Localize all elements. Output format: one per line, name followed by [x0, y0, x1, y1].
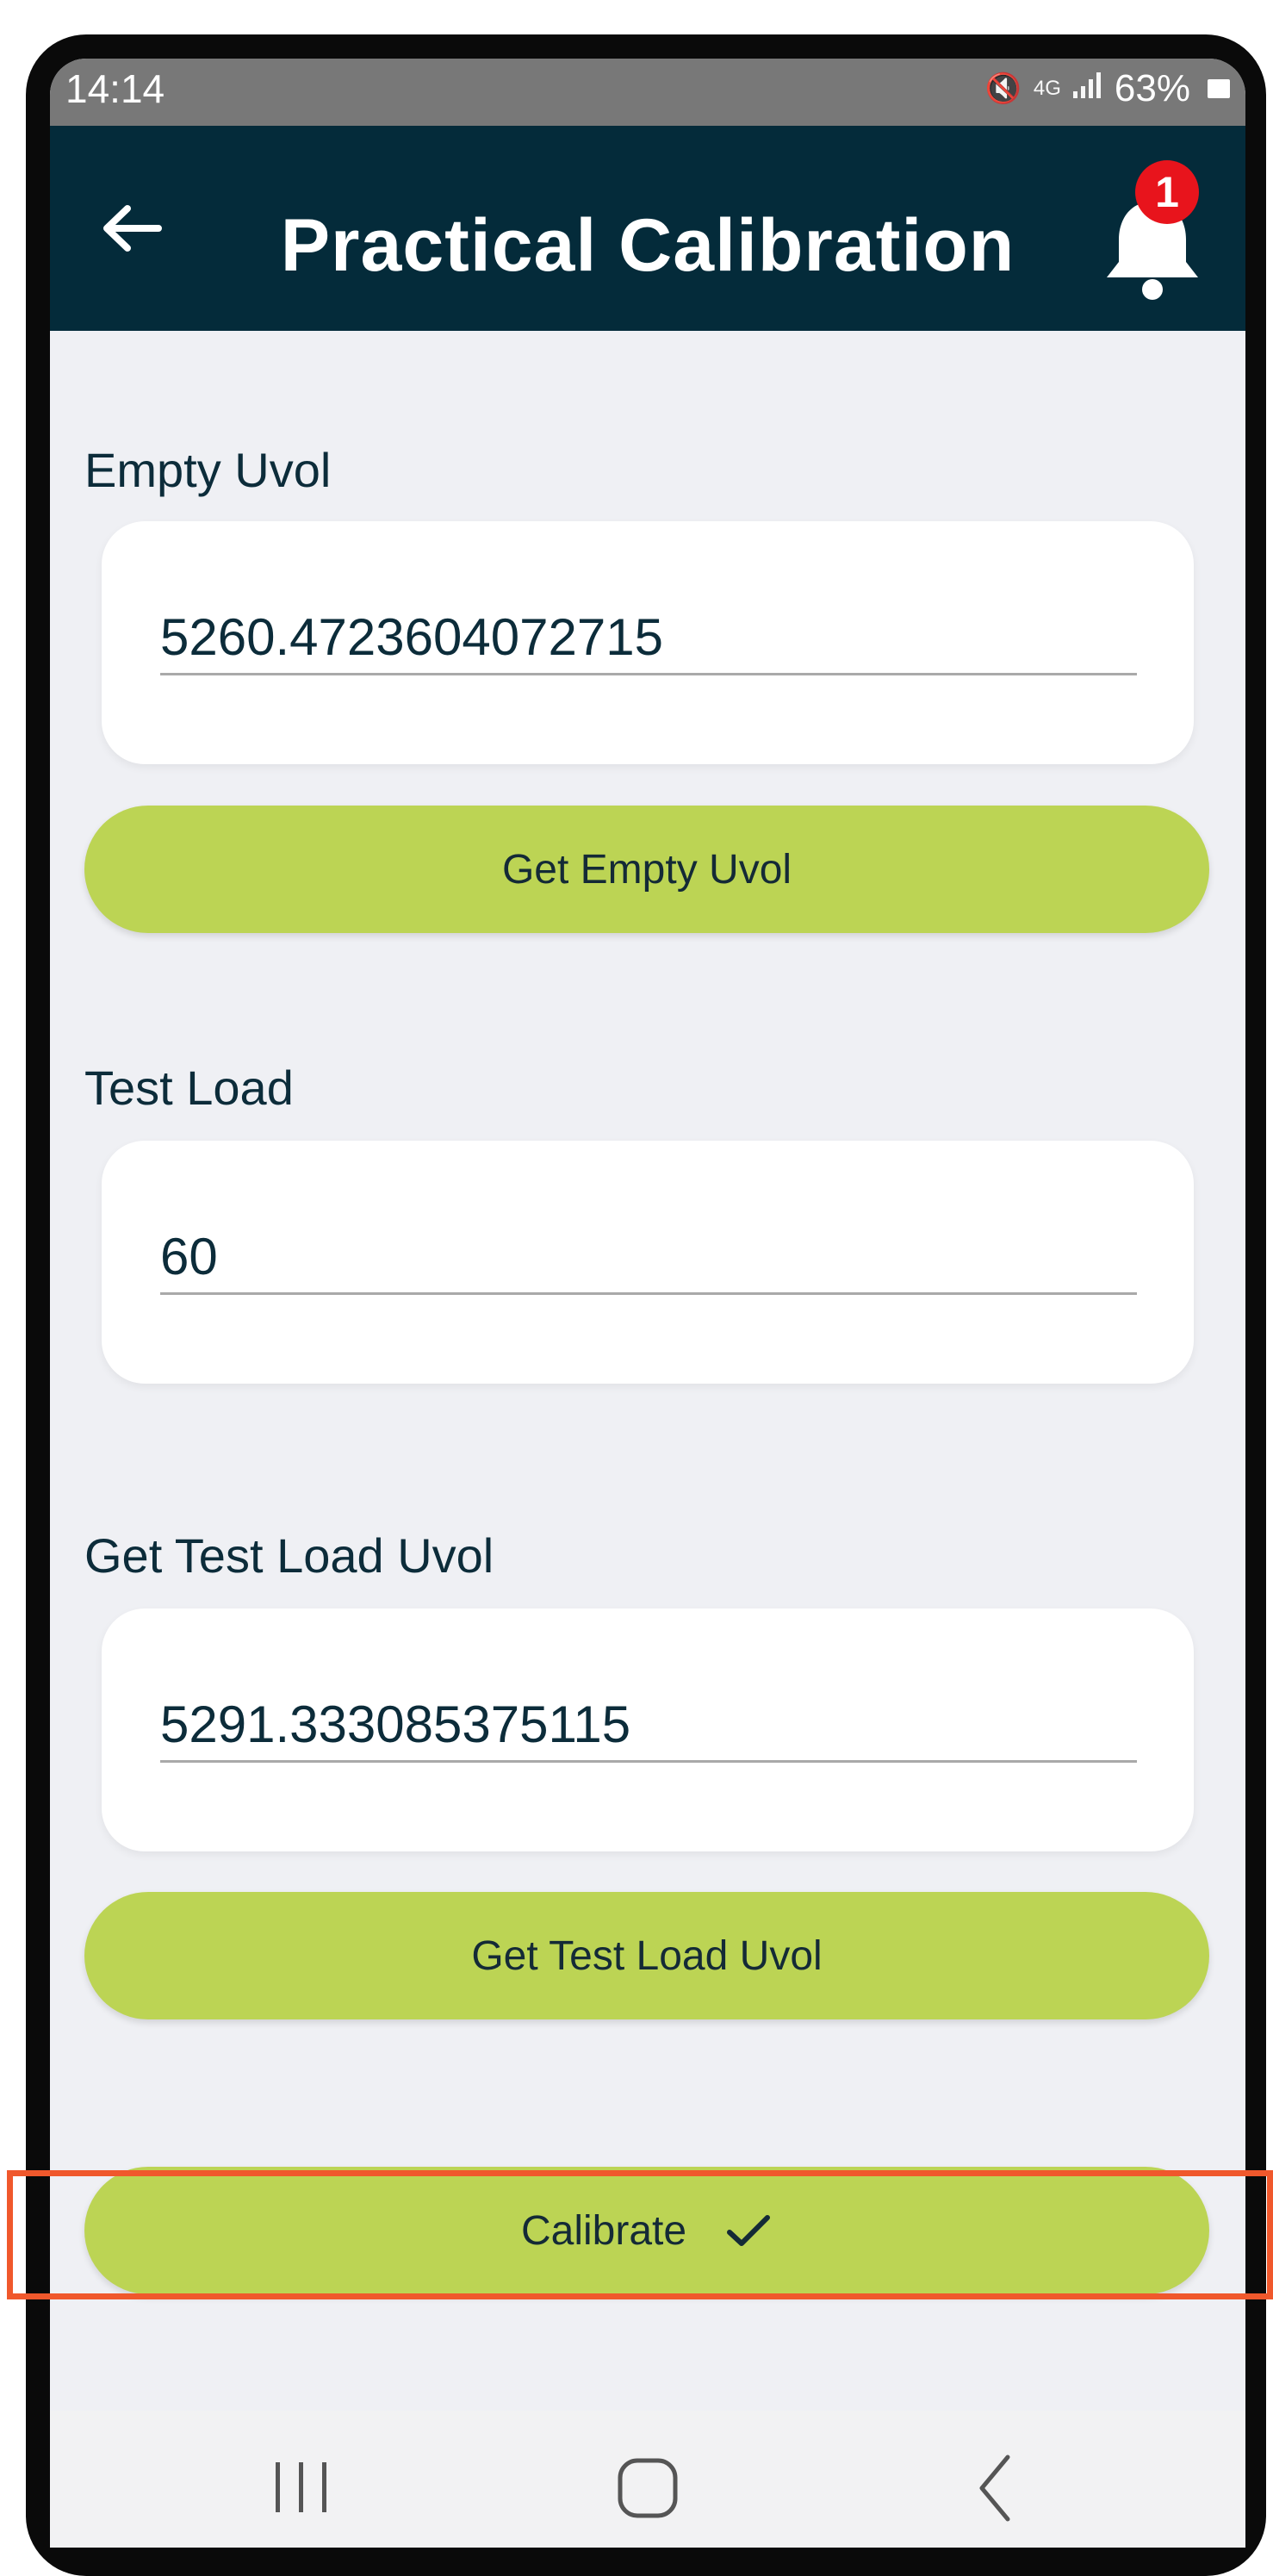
test-load-card — [102, 1141, 1194, 1384]
test-load-uvol-input[interactable] — [160, 1688, 1137, 1763]
empty-uvol-label: Empty Uvol — [84, 443, 332, 497]
test-load-uvol-card — [102, 1608, 1194, 1851]
app-bar: Practical Calibration 1 — [50, 126, 1245, 331]
battery-percent: 63% — [1114, 67, 1190, 109]
recent-apps-icon — [276, 2462, 326, 2512]
page-title: Practical Calibration — [280, 204, 1015, 287]
highlight-box — [7, 2170, 1273, 2299]
status-icons: 🔇 4G 63% — [985, 67, 1230, 110]
get-test-load-uvol-button[interactable]: Get Test Load Uvol — [84, 1892, 1209, 2019]
signal-icon — [1072, 72, 1102, 106]
get-test-load-uvol-label: Get Test Load Uvol — [471, 1932, 823, 1979]
system-navigation-bar — [50, 2411, 1245, 2548]
status-time: 14:14 — [65, 66, 165, 111]
back-nav-button[interactable] — [942, 2445, 1046, 2531]
home-icon — [618, 2458, 678, 2518]
get-empty-uvol-button[interactable]: Get Empty Uvol — [84, 806, 1209, 933]
empty-uvol-card — [102, 521, 1194, 764]
chevron-left-icon — [979, 2455, 1010, 2522]
test-load-input[interactable] — [160, 1220, 1137, 1295]
notification-badge: 1 — [1135, 160, 1199, 224]
battery-icon — [1208, 79, 1230, 98]
recent-apps-button[interactable] — [250, 2445, 353, 2531]
status-bar: 14:14 🔇 4G 63% — [50, 59, 1245, 126]
home-button[interactable] — [596, 2445, 699, 2531]
mute-icon: 🔇 — [984, 72, 1022, 105]
test-load-uvol-label: Get Test Load Uvol — [84, 1528, 494, 1583]
get-empty-uvol-label: Get Empty Uvol — [501, 846, 792, 893]
empty-uvol-input[interactable] — [160, 600, 1137, 675]
network-type: 4G — [1033, 77, 1061, 100]
test-load-label: Test Load — [84, 1061, 294, 1115]
